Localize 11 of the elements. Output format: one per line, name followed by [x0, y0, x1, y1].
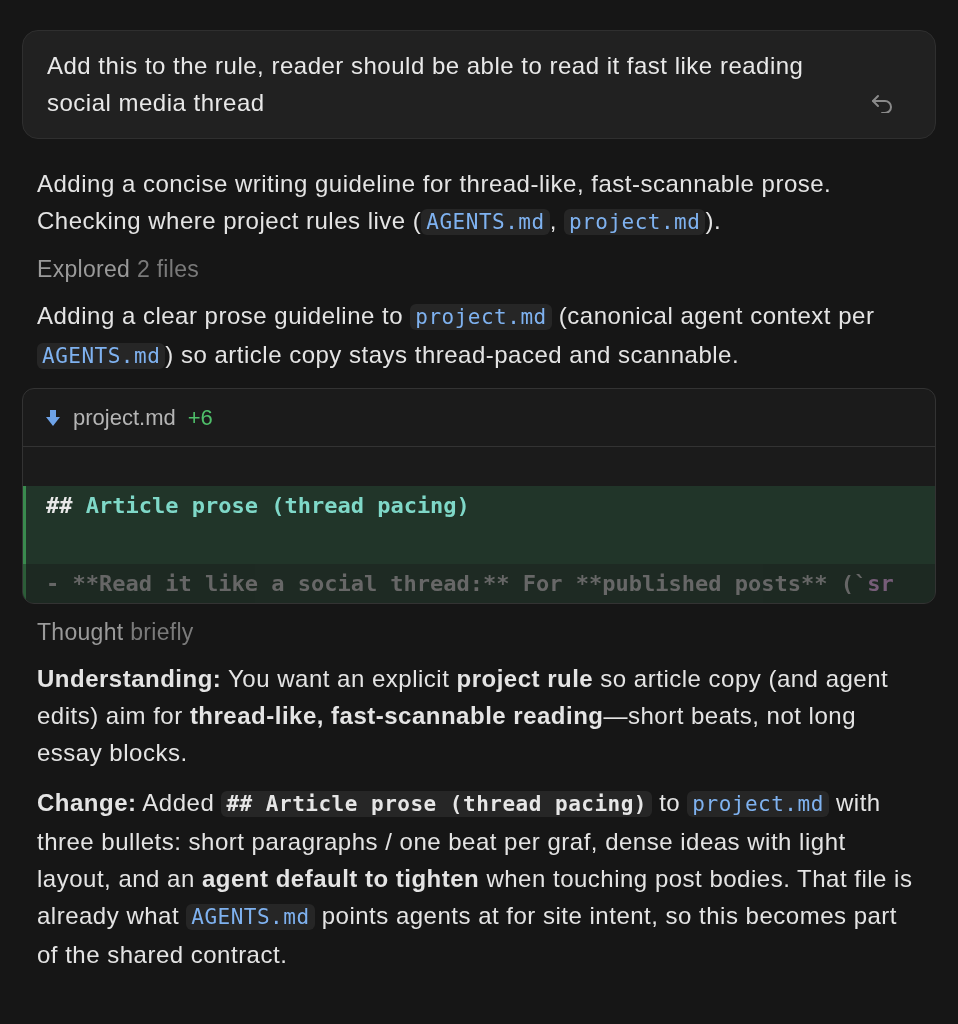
- status-line[interactable]: Thought briefly: [0, 617, 958, 647]
- added-count: +6: [187, 404, 213, 432]
- download-arrow-icon: [45, 408, 61, 427]
- file-name[interactable]: project.md: [73, 401, 176, 434]
- paragraph: Adding a clear prose guideline to project.md (canonical agent context per AGENTS.md ) so article copy stays thread-paced and scannable.: [36, 301, 876, 371]
- paragraph: Adding a concise writing guideline for thread-like, fast-scannable prose. Checking where project rules live ( AGENTS.md , project.md ).: [36, 169, 833, 237]
- status-line[interactable]: Explored 2 files: [0, 254, 958, 284]
- paragraph: Change: Added ## Article prose (thread pacing) to project.md with three bullets: short paragraphs / one beat per graf, dense ideas with light layout, and an agent default to tighten when touching post bodies. That file is already what AGENTS.md points agents at for site intent, so this becomes part of the shared contract.: [36, 788, 914, 970]
- undo-icon[interactable]: [871, 93, 895, 113]
- user-message: Add this to the rule, reader should be able to read it fast like reading social media thread: [47, 51, 805, 118]
- paragraph: Understanding: You want an explicit project rule so article copy (and agent edits) aim for thread-like, fast-scannable reading—short beats, not long essay blocks.: [36, 664, 890, 768]
